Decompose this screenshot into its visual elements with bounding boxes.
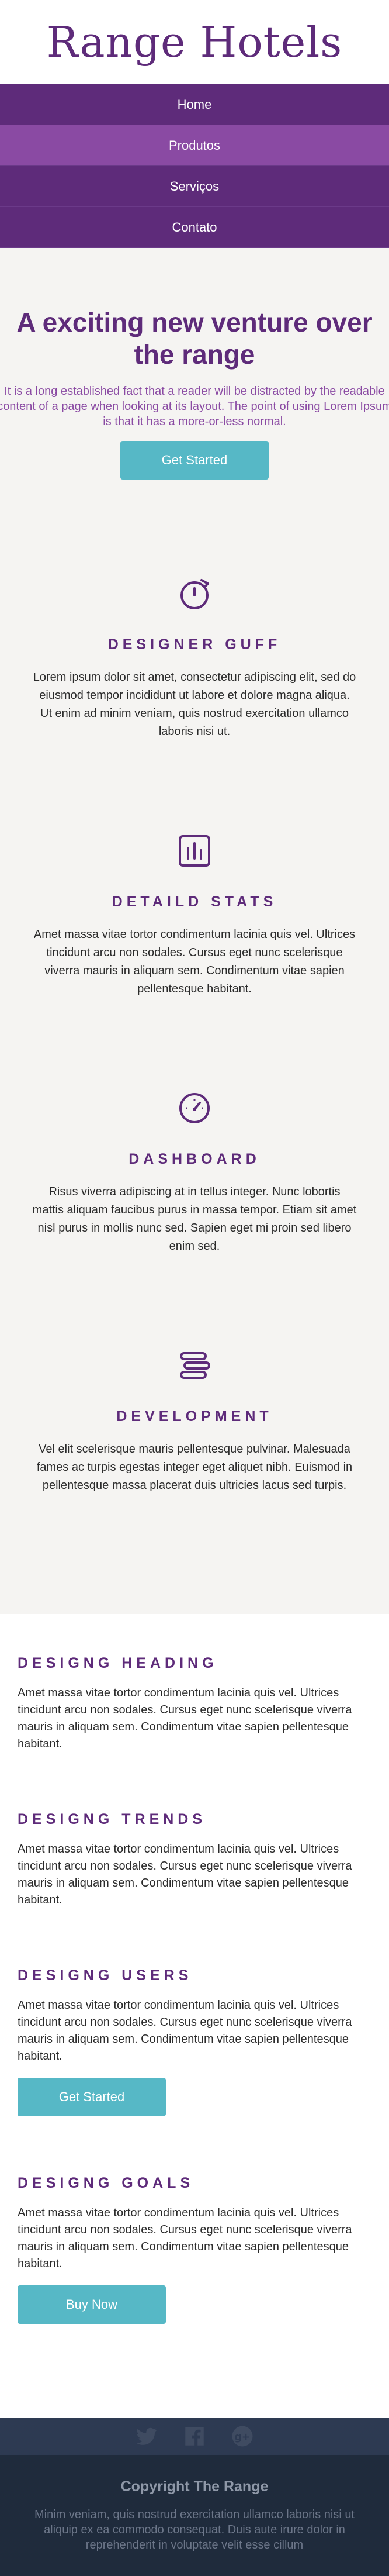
nav-item-home[interactable]: Home [0,84,389,125]
feature-card: DESIGNER GUFF Lorem ipsum dolor sit amet… [0,573,389,807]
stack-layers-icon [180,1352,210,1380]
google-plus-icon[interactable]: g+ [230,2424,255,2449]
buy-now-button[interactable]: Buy Now [18,2285,166,2325]
dashboard-gauge-icon [179,1093,210,1124]
site-footer: g+ Copyright The Range Minim veniam, qui… [0,2418,389,2576]
hero-text: It is a long established fact that a rea… [0,385,389,429]
feature-text: Amet massa vitae tortor condimentum laci… [33,928,356,996]
design-text: Amet massa vitae tortor condimentum laci… [18,1687,352,1751]
design-text: Amet massa vitae tortor condimentum laci… [18,2206,352,2271]
design-block: DESIGNG GOALS Amet massa vitae tortor co… [18,2175,371,2325]
design-block: DESIGNG HEADING Amet massa vitae tortor … [18,1655,371,1753]
design-title: DESIGNG USERS [18,1967,193,1984]
nav-item-produtos[interactable]: Produtos [0,125,389,166]
design-text: Amet massa vitae tortor condimentum laci… [18,1999,352,2063]
bar-chart-icon [179,835,210,867]
feature-title: DEVELOPMENT [116,1408,273,1425]
hero-section: A exciting new venture over the range It… [0,248,389,515]
design-title: DESIGNG TRENDS [18,1811,207,1828]
nav-item-contato[interactable]: Contato [0,207,389,248]
stopwatch-icon [180,579,209,610]
feature-text: Lorem ipsum dolor sit amet, consectetur … [33,671,356,739]
nav-item-servicos[interactable]: Serviços [0,166,389,207]
feature-title: DETAILD STATS [112,894,277,911]
twitter-icon[interactable] [134,2424,159,2449]
design-text: Amet massa vitae tortor condimentum laci… [18,1843,352,1907]
feature-card: DETAILD STATS Amet massa vitae tortor co… [0,830,389,1064]
features-section: DESIGNER GUFF Lorem ipsum dolor sit amet… [0,515,389,1615]
feature-title: DESIGNER GUFF [107,636,282,653]
hero-title: A exciting new venture over the range [16,307,373,370]
get-started-button[interactable]: Get Started [120,441,269,480]
feature-text: Risus viverra adipiscing at in tellus in… [32,1185,357,1253]
site-logo[interactable]: Range Hotels [47,18,342,67]
site-header: Range Hotels [0,0,389,84]
social-icons: g+ [0,2418,389,2456]
feature-card: DEVELOPMENT Vel elit scelerisque mauris … [0,1345,389,1579]
main-nav: Home Produtos Serviços Contato [0,84,389,248]
svg-text:g+: g+ [234,2432,250,2443]
feature-title: DASHBOARD [128,1151,261,1168]
design-title: DESIGNG GOALS [18,2175,194,2192]
feature-text: Vel elit scelerisque mauris pellentesque… [36,1443,353,1492]
feature-card: DASHBOARD Risus viverra adipiscing at in… [0,1088,389,1322]
designs-section: DESIGNG HEADING Amet massa vitae tortor … [0,1614,389,2418]
facebook-icon[interactable] [182,2424,207,2449]
design-title: DESIGNG HEADING [18,1655,218,1672]
copyright-title: Copyright The Range [120,2478,269,2495]
design-block: DESIGNG USERS Amet massa vitae tortor co… [18,1967,371,2117]
get-started-button[interactable]: Get Started [18,2078,166,2117]
design-block: DESIGNG TRENDS Amet massa vitae tortor c… [18,1811,371,1909]
footer-text: Minim veniam, quis nostrud exercitation … [34,2508,355,2552]
